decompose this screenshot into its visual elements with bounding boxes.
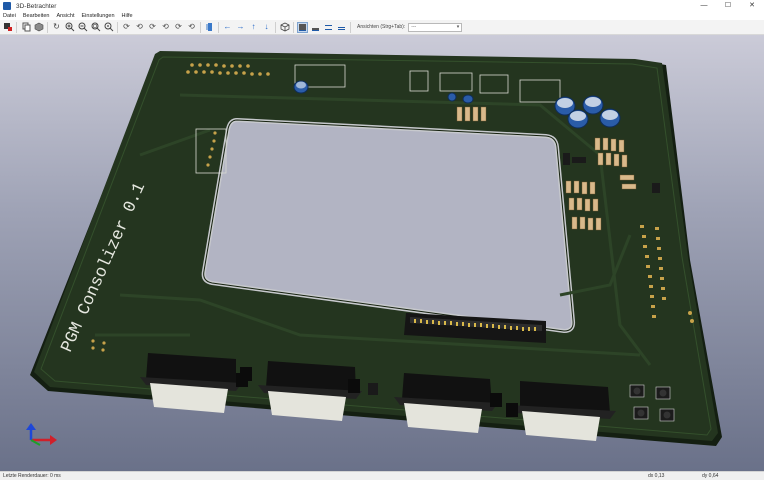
menu-view[interactable]: Ansicht (56, 13, 74, 19)
menu-preferences[interactable]: Einstellungen (82, 13, 115, 19)
rotate-z-icon[interactable]: ⟳ (173, 22, 184, 33)
pan-left-icon[interactable]: ← (222, 22, 233, 33)
maximize-button[interactable]: ☐ (716, 0, 740, 12)
dx-status: dx 0,13 (648, 473, 665, 479)
rotate-z-neg-icon[interactable]: ⟲ (186, 22, 197, 33)
window-title: 3D-Betrachter (16, 2, 57, 10)
rotate-y-neg-icon[interactable]: ⟲ (160, 22, 171, 33)
board-3d-icon[interactable] (33, 22, 44, 33)
toolbar-separator (200, 21, 201, 33)
layers-icon[interactable] (323, 22, 334, 33)
zoom-auto-icon[interactable] (103, 22, 114, 33)
view-selector-label: Ansichten (Strg+Tab): (357, 24, 406, 30)
toolbar-separator (350, 21, 351, 33)
pcb-3d-render: PGM Consolizer 0.1 (26, 51, 722, 446)
rotate-x-neg-icon[interactable]: ⟲ (134, 22, 145, 33)
pan-down-icon[interactable]: ↓ (261, 22, 272, 33)
flip-icon[interactable] (204, 22, 215, 33)
layers-icon[interactable] (336, 22, 347, 33)
title-bar: 3D-Betrachter — ☐ ✕ (0, 0, 764, 12)
menu-file[interactable]: Datei (3, 13, 16, 19)
toolbar: ↻ ⟳ ⟲ ⟳ ⟲ ⟳ ⟲ ← → ↑ ↓ Ansichten (Strg+Ta… (0, 20, 764, 35)
close-button[interactable]: ✕ (740, 0, 764, 12)
window-controls: — ☐ ✕ (692, 0, 764, 12)
layers-icon[interactable] (297, 21, 308, 33)
pan-up-icon[interactable]: ↑ (248, 22, 259, 33)
toolbar-separator (218, 21, 219, 33)
menu-bar: Datei Bearbeiten Ansicht Einstellungen H… (0, 12, 764, 20)
zoom-fit-icon[interactable] (90, 22, 101, 33)
reload-icon[interactable]: ↻ (51, 22, 62, 33)
app-icon (3, 2, 11, 10)
toolbar-separator (275, 21, 276, 33)
minimize-button[interactable]: — (692, 0, 716, 12)
rotate-x-icon[interactable]: ⟳ (121, 22, 132, 33)
toolbar-separator (117, 21, 118, 33)
ortho-icon[interactable] (279, 22, 290, 33)
rotate-y-icon[interactable]: ⟳ (147, 22, 158, 33)
3d-viewport[interactable]: PGM Consolizer 0.1 (0, 35, 764, 471)
axis-gizmo (26, 423, 57, 446)
view-selector-value: --- (411, 23, 417, 30)
toolbar-separator (293, 21, 294, 33)
layers-icon[interactable] (310, 22, 321, 33)
zoom-out-icon[interactable] (77, 22, 88, 33)
menu-help[interactable]: Hilfe (122, 13, 133, 19)
toolbar-separator (47, 21, 48, 33)
view-selector[interactable]: --- ▾ (408, 22, 463, 32)
toolbar-separator (16, 21, 17, 33)
render-time-status: Letzte Renderdauer: 0 ms (3, 473, 61, 479)
zoom-in-icon[interactable] (64, 22, 75, 33)
chevron-down-icon: ▾ (456, 23, 460, 30)
copy-icon[interactable] (20, 22, 31, 33)
pan-right-icon[interactable]: → (235, 22, 246, 33)
render-icon[interactable] (2, 22, 13, 33)
status-bar: Letzte Renderdauer: 0 ms dx 0,13 dy 0,64 (0, 471, 764, 480)
menu-edit[interactable]: Bearbeiten (23, 13, 50, 19)
dy-status: dy 0,64 (702, 473, 719, 479)
